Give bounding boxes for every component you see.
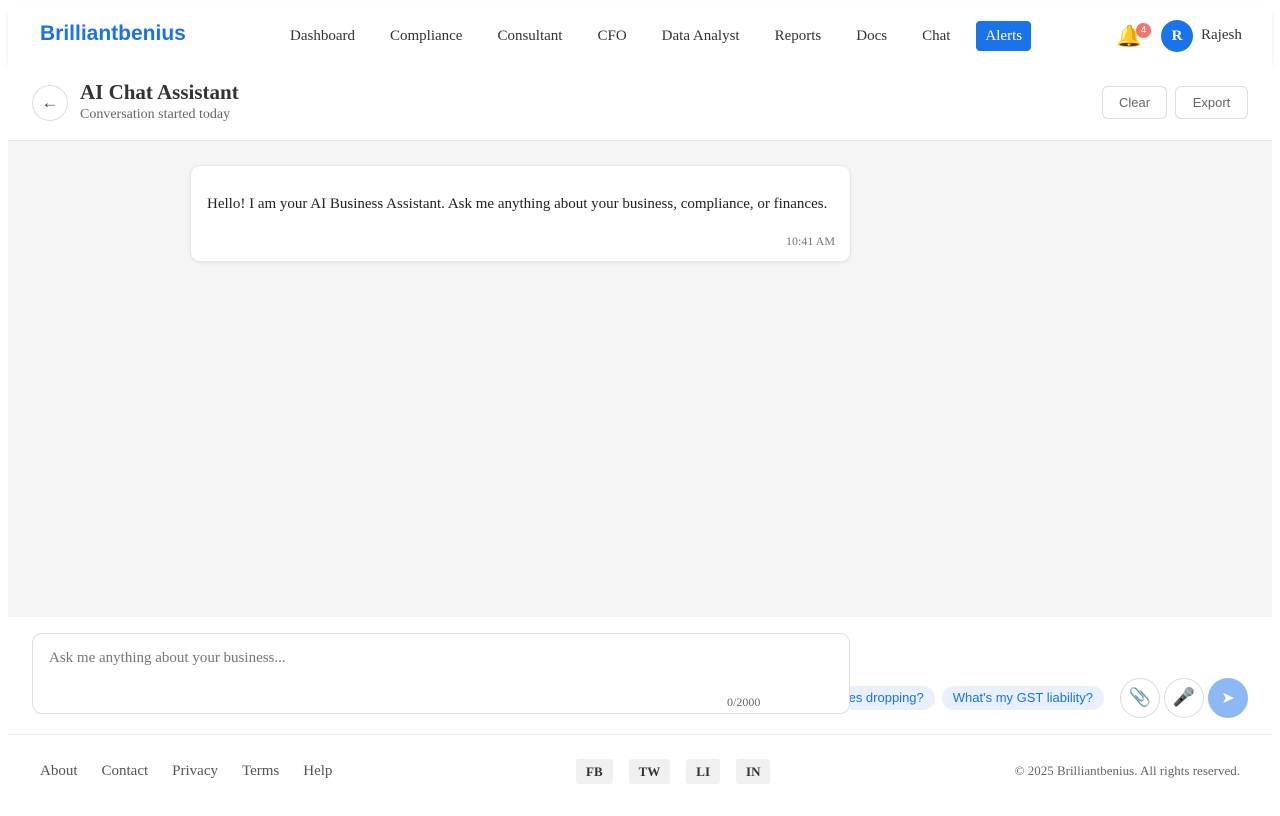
user-avatar[interactable]: R bbox=[1161, 20, 1193, 52]
back-button[interactable]: ← bbox=[32, 85, 68, 121]
user-name[interactable]: Rajesh bbox=[1201, 27, 1242, 44]
arrow-left-icon: ← bbox=[41, 93, 59, 112]
page-title: AI Chat Assistant bbox=[80, 80, 239, 104]
footer-links: About Contact Privacy Terms Help bbox=[40, 763, 356, 780]
microphone-icon: 🎤 bbox=[1172, 687, 1196, 708]
top-navbar: Brilliantbenius Dashboard Compliance Con… bbox=[8, 8, 1272, 64]
suggestion-chips: Why are sales dropping? What's my GST li… bbox=[850, 686, 1104, 710]
footer-link-help[interactable]: Help bbox=[303, 763, 332, 780]
nav-item-cfo[interactable]: CFO bbox=[588, 21, 635, 51]
export-button[interactable]: Export bbox=[1175, 86, 1248, 119]
footer-link-contact[interactable]: Contact bbox=[102, 763, 149, 780]
notification-count-badge: 4 bbox=[1136, 23, 1151, 38]
message-text: Hello! I am your AI Business Assistant. … bbox=[207, 196, 828, 212]
page-footer: About Contact Privacy Terms Help FB TW L… bbox=[8, 735, 1272, 807]
suggestion-chip[interactable]: What's my GST liability? bbox=[941, 686, 1104, 710]
brand-logo[interactable]: Brilliantbenius bbox=[40, 22, 186, 46]
paperclip-icon: 📎 bbox=[1128, 687, 1152, 708]
footer-link-about[interactable]: About bbox=[40, 763, 78, 780]
clear-button[interactable]: Clear bbox=[1102, 86, 1167, 119]
copyright-text: © 2025 Brilliantbenius. All rights reser… bbox=[1014, 763, 1240, 778]
social-facebook[interactable]: FB bbox=[576, 759, 613, 784]
suggestion-chip[interactable]: Why are sales dropping? bbox=[850, 686, 935, 710]
nav-item-consultant[interactable]: Consultant bbox=[488, 21, 571, 51]
main-nav: Dashboard Compliance Consultant CFO Data… bbox=[281, 21, 1048, 51]
attach-button[interactable]: 📎 bbox=[1120, 678, 1160, 718]
nav-item-docs[interactable]: Docs bbox=[847, 21, 896, 51]
social-instagram[interactable]: IN bbox=[736, 759, 771, 784]
footer-link-privacy[interactable]: Privacy bbox=[172, 763, 218, 780]
message-input-box: 0/2000 bbox=[32, 633, 850, 714]
notifications-button[interactable]: 🔔 4 bbox=[1116, 22, 1151, 50]
page-subtitle: Conversation started today bbox=[80, 107, 231, 122]
nav-item-compliance[interactable]: Compliance bbox=[381, 21, 471, 51]
composer: 0/2000 Why are sales dropping? What's my… bbox=[8, 617, 1272, 735]
nav-item-reports[interactable]: Reports bbox=[766, 21, 831, 51]
char-counter: 0/2000 bbox=[727, 695, 761, 709]
social-links: FB TW LI IN bbox=[576, 759, 786, 784]
nav-item-alerts[interactable]: Alerts bbox=[976, 21, 1032, 51]
send-icon: ➤ bbox=[1221, 688, 1235, 707]
assistant-message: Hello! I am your AI Business Assistant. … bbox=[190, 165, 851, 262]
voice-input-button[interactable]: 🎤 bbox=[1164, 678, 1204, 718]
messages-panel[interactable]: Hello! I am your AI Business Assistant. … bbox=[8, 141, 1272, 617]
nav-item-chat[interactable]: Chat bbox=[913, 21, 959, 51]
nav-item-dashboard[interactable]: Dashboard bbox=[281, 21, 364, 51]
nav-item-data-analyst[interactable]: Data Analyst bbox=[653, 21, 749, 51]
chat-header: ← AI Chat Assistant Conversation started… bbox=[8, 64, 1272, 141]
footer-link-terms[interactable]: Terms bbox=[242, 763, 279, 780]
message-timestamp: 10:41 AM bbox=[785, 234, 835, 248]
social-linkedin[interactable]: LI bbox=[686, 759, 721, 784]
send-button[interactable]: ➤ bbox=[1208, 678, 1248, 718]
social-twitter[interactable]: TW bbox=[628, 759, 671, 784]
